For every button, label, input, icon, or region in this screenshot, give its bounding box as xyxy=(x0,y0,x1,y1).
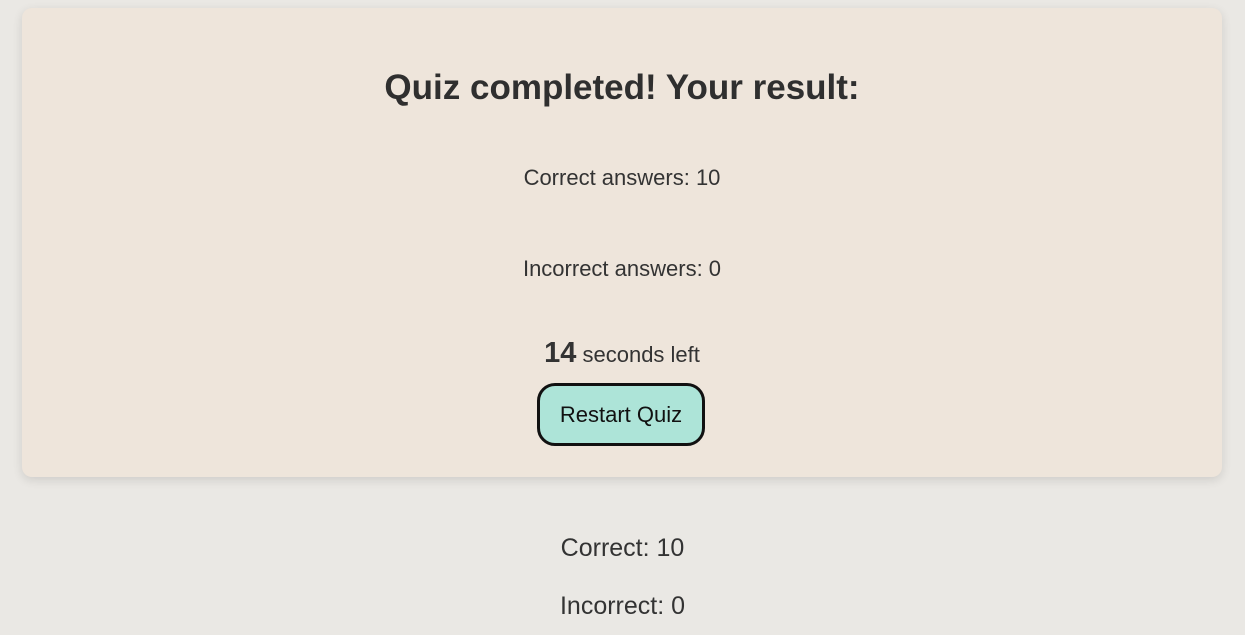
incorrect-answers-text: Incorrect answers: 0 xyxy=(522,256,722,281)
timer-seconds: 14 xyxy=(544,337,577,369)
timer-text: 14 seconds left xyxy=(22,336,1222,372)
summary-incorrect: Incorrect: 0 xyxy=(559,592,686,620)
restart-quiz-button[interactable]: Restart Quiz xyxy=(537,383,705,446)
summary-correct: Correct: 10 xyxy=(560,534,685,562)
timer-suffix: seconds left xyxy=(576,342,700,367)
result-title: Quiz completed! Your result: xyxy=(384,68,860,107)
correct-answers-text: Correct answers: 10 xyxy=(523,165,721,190)
result-card: Quiz completed! Your result: Correct ans… xyxy=(22,8,1222,477)
